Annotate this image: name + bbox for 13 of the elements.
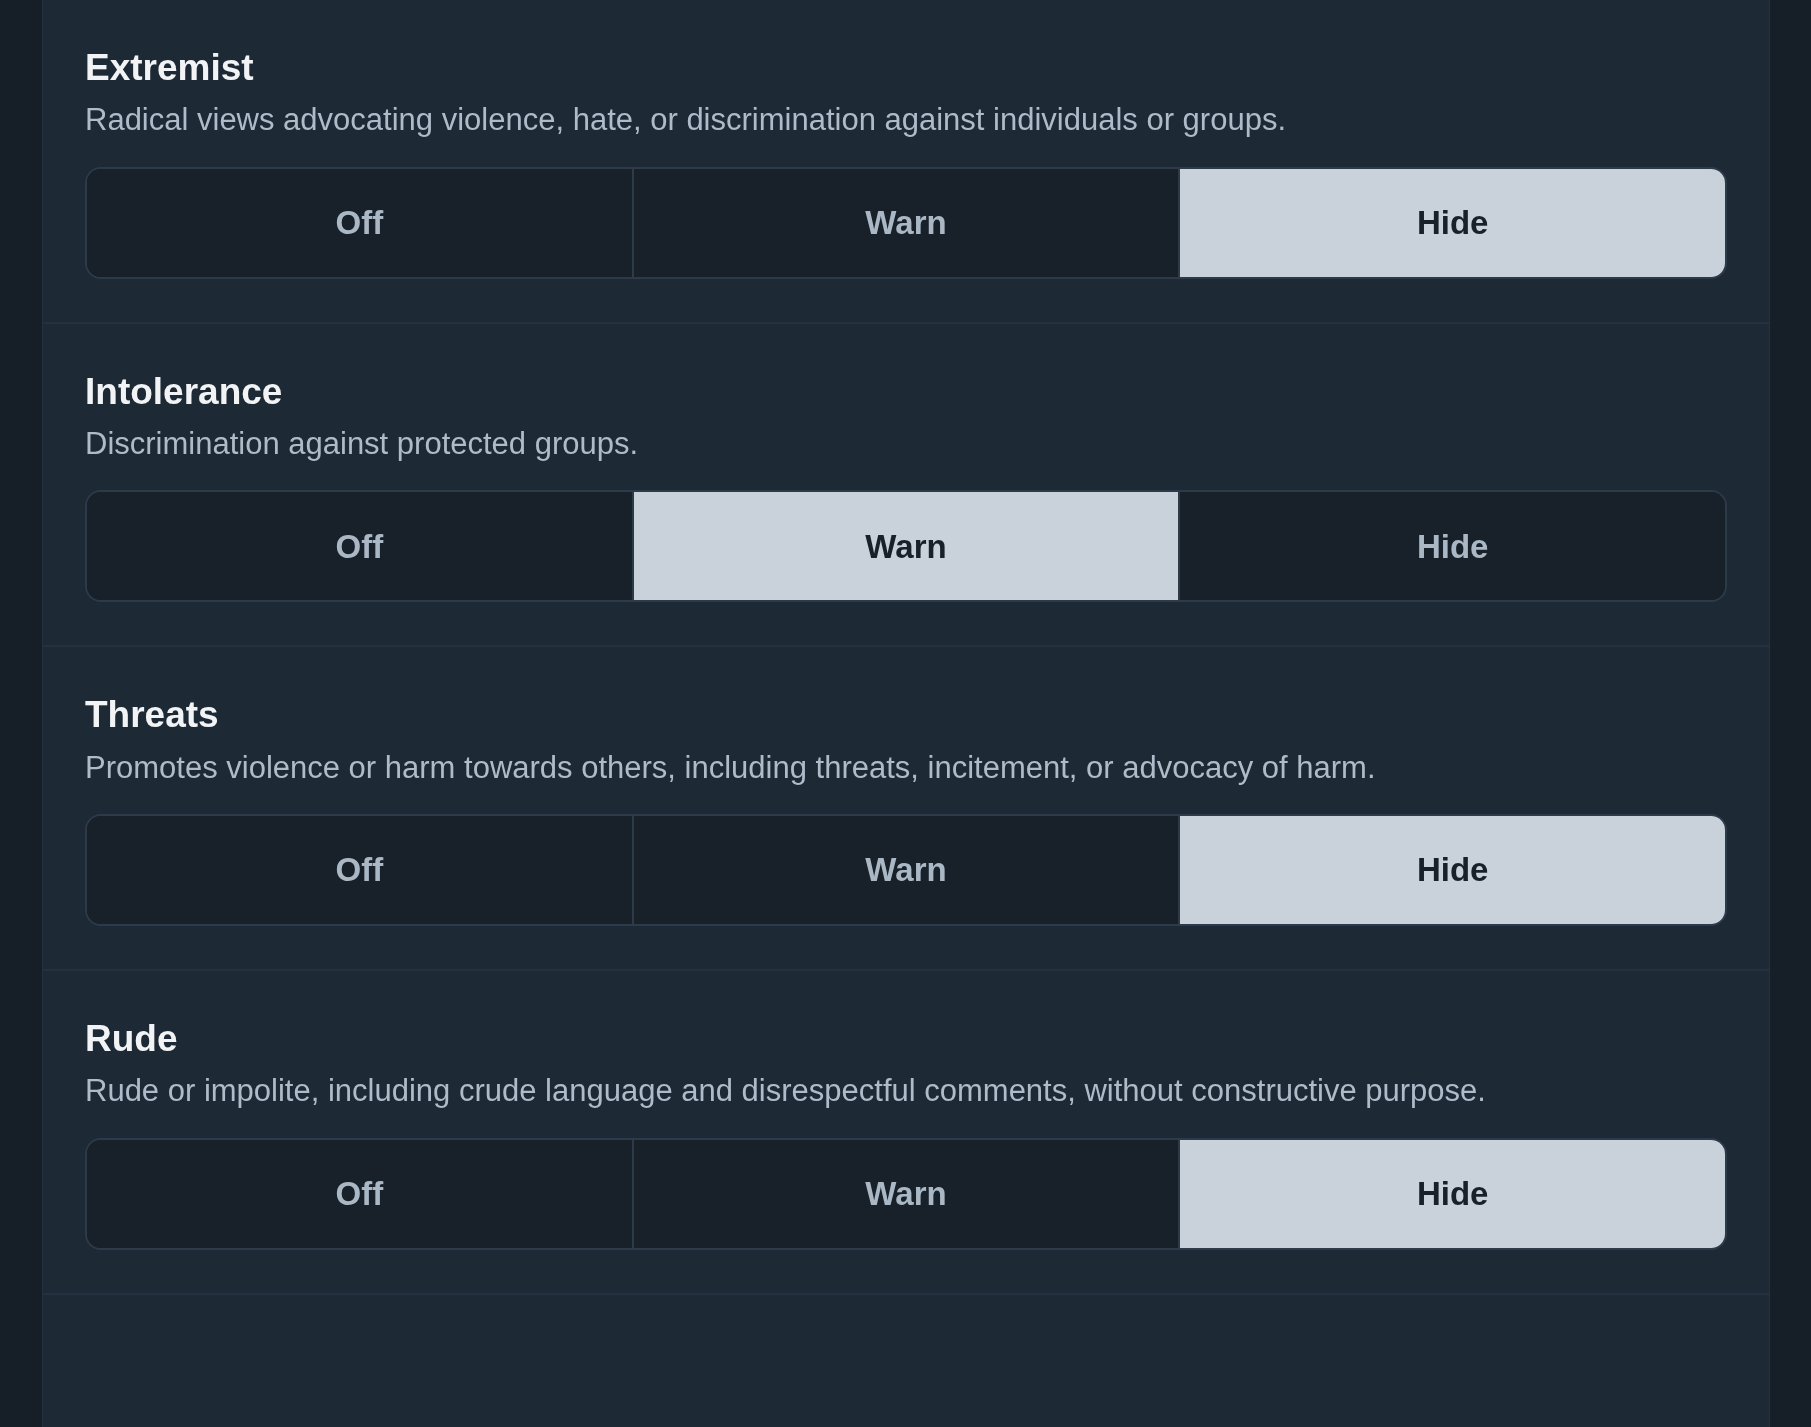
category-description: Discrimination against protected groups. (85, 425, 640, 464)
category-description: Radical views advocating violence, hate, or discrimination against individuals or groups. (85, 101, 1288, 140)
option-button[interactable]: Hide (1178, 492, 1725, 601)
option-button[interactable]: Hide (1178, 168, 1725, 277)
option-button[interactable]: Hide (1178, 816, 1725, 925)
category-title: Rude (85, 1017, 179, 1062)
option-button[interactable]: Warn (631, 492, 1179, 601)
category-description: Promotes violence or harm towards others, including threats, incitement, or advocacy of harm. (85, 748, 1377, 787)
option-button[interactable]: Hide (1178, 1139, 1725, 1248)
category-title: Intolerance (85, 369, 284, 414)
category-title: Extremist (85, 46, 255, 90)
category-title: Threats (85, 693, 220, 738)
category-description: Rude or impolite, including crude language and disrespectful comments, without constructive purpose. (85, 1072, 1487, 1111)
